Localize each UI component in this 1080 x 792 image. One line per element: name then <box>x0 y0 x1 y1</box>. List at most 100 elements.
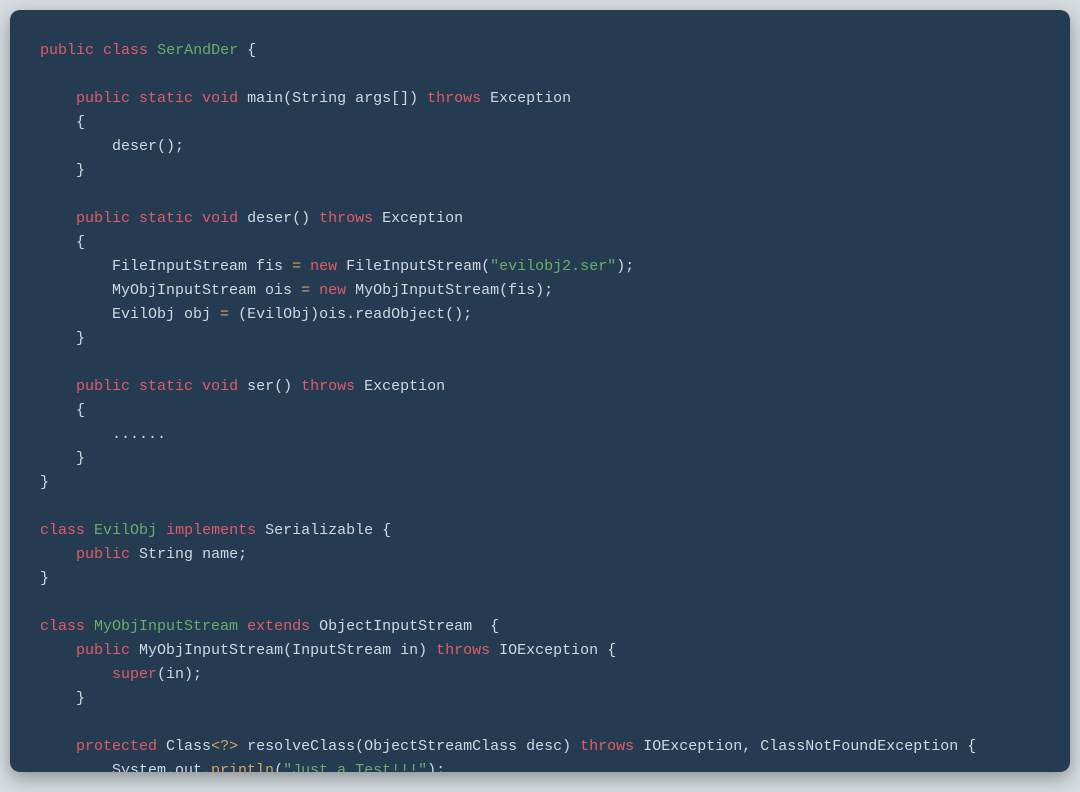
code-token: MyObjInputStream <box>94 618 238 635</box>
code-token: class <box>40 522 85 539</box>
code-token: ser() <box>238 378 301 395</box>
code-token: new <box>319 282 346 299</box>
code-token: public <box>40 42 94 59</box>
code-token: new <box>310 258 337 275</box>
code-token: } <box>40 690 85 707</box>
code-token <box>40 666 112 683</box>
code-token <box>85 522 94 539</box>
code-token: ( <box>283 642 292 659</box>
code-token <box>373 210 382 227</box>
code-token: = <box>301 282 310 299</box>
code-token: System <box>112 762 166 772</box>
code-token: InputStream <box>292 642 391 659</box>
code-token <box>130 90 139 107</box>
code-token: Exception <box>364 378 445 395</box>
code-token: SerAndDer <box>157 42 238 59</box>
code-token <box>40 282 112 299</box>
code-token: EvilObj <box>112 306 175 323</box>
code-token: void <box>202 378 238 395</box>
code-token: in) <box>391 642 436 659</box>
code-token: "evilobj2.ser" <box>490 258 616 275</box>
code-token: void <box>202 210 238 227</box>
code-token: void <box>202 90 238 107</box>
code-token: ( <box>481 258 490 275</box>
code-token: } <box>40 162 85 179</box>
code-block: public class SerAndDer { public static v… <box>10 10 1070 772</box>
code-token <box>130 642 139 659</box>
code-token: throws <box>436 642 490 659</box>
code-token: , <box>742 738 760 755</box>
code-token <box>337 258 346 275</box>
code-token <box>40 378 76 395</box>
code-token: extends <box>247 618 310 635</box>
code-token <box>40 258 112 275</box>
code-token <box>256 522 265 539</box>
code-token: { <box>598 642 616 659</box>
code-token <box>40 762 112 772</box>
code-token: throws <box>319 210 373 227</box>
code-token: protected <box>76 738 157 755</box>
code-token: throws <box>301 378 355 395</box>
code-token: deser() <box>238 210 319 227</box>
code-token <box>193 378 202 395</box>
code-token: String <box>139 546 193 563</box>
code-token <box>310 618 319 635</box>
code-token: Serializable <box>265 522 373 539</box>
code-token: { <box>958 738 976 755</box>
code-token <box>301 258 310 275</box>
code-token: public <box>76 378 130 395</box>
code-token: (in); <box>157 666 202 683</box>
code-token <box>40 210 76 227</box>
code-token <box>238 618 247 635</box>
code-token: } <box>40 450 85 467</box>
code-token: = <box>292 258 301 275</box>
code-token: EvilObj <box>247 306 310 323</box>
code-token <box>130 546 139 563</box>
code-token: { <box>472 618 499 635</box>
code-token: main( <box>238 90 292 107</box>
code-token <box>40 738 76 755</box>
code-token: } <box>40 570 49 587</box>
code-token: ObjectStreamClass <box>364 738 517 755</box>
code-token: ); <box>616 258 634 275</box>
code-token <box>130 210 139 227</box>
code-token <box>193 90 202 107</box>
code-token: throws <box>580 738 634 755</box>
code-token: Exception <box>490 90 571 107</box>
code-token: "Just a Test!!!" <box>283 762 427 772</box>
code-token <box>40 90 76 107</box>
code-token: static <box>139 210 193 227</box>
code-token: MyObjInputStream <box>139 642 283 659</box>
code-token: ( <box>229 306 247 323</box>
code-token: MyObjInputStream <box>355 282 499 299</box>
code-token: resolveClass( <box>238 738 364 755</box>
code-token: static <box>139 378 193 395</box>
code-token: ( <box>274 762 283 772</box>
code-token: args[]) <box>346 90 427 107</box>
code-token: desc) <box>517 738 580 755</box>
code-token: MyObjInputStream <box>112 282 256 299</box>
code-token: super <box>112 666 157 683</box>
code-token <box>148 42 157 59</box>
code-token: { <box>40 114 85 131</box>
code-token: fis <box>247 258 292 275</box>
code-token: class <box>40 618 85 635</box>
code-token: IOException <box>643 738 742 755</box>
code-token <box>85 618 94 635</box>
code-token: obj <box>175 306 220 323</box>
code-token <box>193 210 202 227</box>
code-token <box>490 642 499 659</box>
code-token: { <box>40 402 85 419</box>
code-token: { <box>373 522 391 539</box>
code-token: FileInputStream <box>346 258 481 275</box>
code-token: Exception <box>382 210 463 227</box>
code-token: public <box>76 546 130 563</box>
code-token: ClassNotFoundException <box>760 738 958 755</box>
code-token <box>346 282 355 299</box>
code-token: public <box>76 210 130 227</box>
code-token: )ois.readObject(); <box>310 306 472 323</box>
code-token <box>157 738 166 755</box>
code-token: throws <box>427 90 481 107</box>
code-content: public class SerAndDer { public static v… <box>40 42 976 772</box>
code-token: ...... <box>40 426 166 443</box>
